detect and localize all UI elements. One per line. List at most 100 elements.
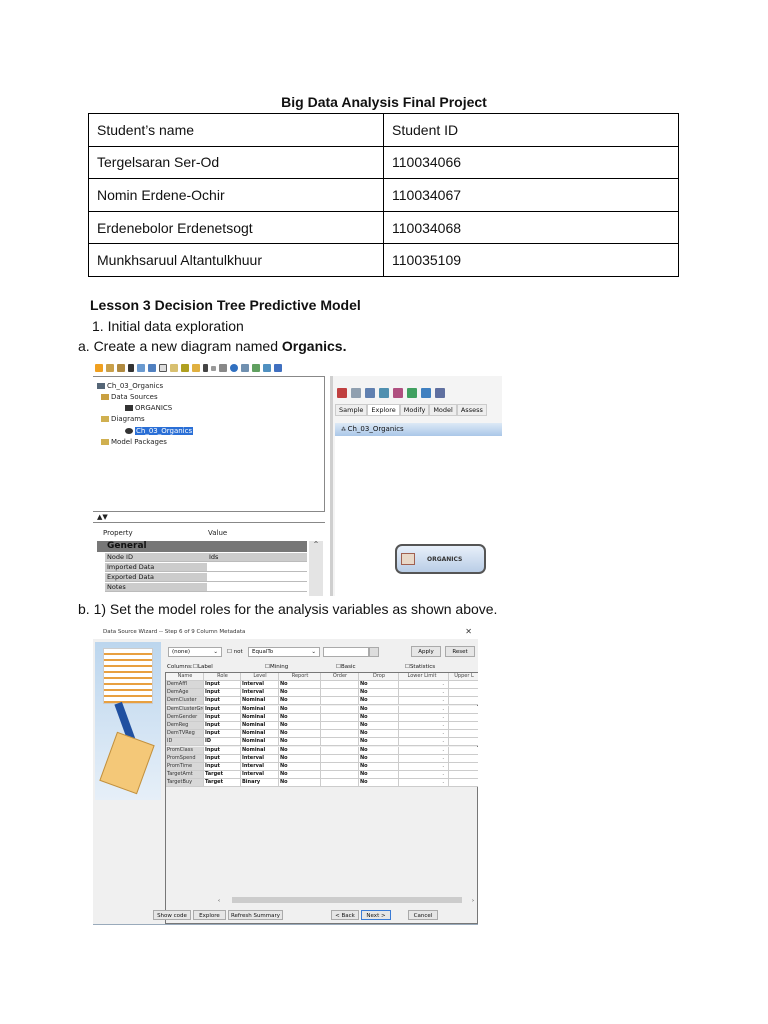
reset-button[interactable]: Reset — [445, 646, 475, 657]
order-cell[interactable] — [321, 754, 359, 763]
report-cell[interactable]: No — [279, 754, 321, 763]
stat-node-icon[interactable] — [379, 388, 389, 398]
name-cell[interactable]: DemReg — [166, 722, 204, 730]
table-row[interactable]: PromClass Input Nominal No No. — [166, 746, 478, 755]
level-cell[interactable]: Nominal — [241, 705, 279, 714]
name-cell[interactable]: DemAffl — [166, 681, 204, 689]
col-upper-limit[interactable]: Upper L — [449, 673, 478, 681]
table-row[interactable]: DemGender Input Nominal No No. — [166, 713, 478, 722]
lower-limit-cell[interactable]: . — [399, 763, 449, 771]
statistics-checkbox[interactable]: ☐Statistics — [405, 664, 435, 670]
lower-limit-cell[interactable]: . — [399, 746, 449, 755]
role-cell[interactable]: Input — [204, 713, 241, 722]
report-cell[interactable]: No — [279, 722, 321, 730]
level-cell[interactable]: Nominal — [241, 738, 279, 747]
report-cell[interactable]: No — [279, 771, 321, 780]
role-cell[interactable]: Input — [204, 763, 241, 771]
tab-assess[interactable]: Assess — [456, 404, 487, 416]
scroll-right-icon[interactable]: › — [472, 898, 474, 904]
property-row[interactable]: Node ID Ids — [105, 553, 307, 562]
col-order[interactable]: Order — [321, 673, 359, 681]
mining-checkbox[interactable]: ☐Mining — [265, 664, 288, 670]
table-row[interactable]: PromSpend Input Interval No No. — [166, 754, 478, 763]
scrollbar[interactable]: ^ — [309, 541, 323, 596]
refresh-icon[interactable] — [230, 364, 238, 372]
order-cell[interactable] — [321, 681, 359, 689]
name-cell[interactable]: DemTVReg — [166, 730, 204, 739]
table-row[interactable]: TargetBuy Target Binary No No. — [166, 779, 478, 788]
drop-cell[interactable]: No — [359, 763, 399, 771]
order-cell[interactable] — [321, 738, 359, 747]
table-icon[interactable] — [170, 364, 178, 372]
upper-limit-cell[interactable] — [449, 722, 478, 730]
drop-cell[interactable]: No — [359, 738, 399, 747]
role-cell[interactable]: Input — [204, 730, 241, 739]
results-icon[interactable] — [181, 364, 189, 372]
tree-model-packages[interactable]: Model Packages — [101, 438, 167, 446]
role-cell[interactable]: Input — [204, 754, 241, 763]
upper-limit-cell[interactable] — [449, 697, 478, 706]
report-cell[interactable]: No — [279, 730, 321, 739]
name-cell[interactable]: DemGender — [166, 713, 204, 722]
order-cell[interactable] — [321, 722, 359, 730]
upper-limit-cell[interactable] — [449, 779, 478, 788]
variable-node-icon[interactable] — [421, 388, 431, 398]
order-cell[interactable] — [321, 705, 359, 714]
graph-node-icon[interactable] — [365, 388, 375, 398]
name-cell[interactable]: ID — [166, 738, 204, 747]
operator-select[interactable]: EqualTo ⌄ — [248, 647, 320, 657]
drop-cell[interactable]: No — [359, 746, 399, 755]
property-row[interactable]: Notes — [105, 583, 307, 592]
col-name[interactable]: Name — [166, 673, 204, 681]
upper-limit-cell[interactable] — [449, 689, 478, 698]
col-drop[interactable]: Drop — [359, 673, 399, 681]
cluster-node-icon[interactable] — [393, 388, 403, 398]
table-row[interactable]: ID ID Nominal No No. — [166, 738, 478, 747]
runner-icon[interactable] — [203, 364, 208, 372]
col-level[interactable]: Level — [241, 673, 279, 681]
upper-limit-cell[interactable] — [449, 738, 478, 747]
apply-button[interactable]: Apply — [411, 646, 441, 657]
upper-limit-cell[interactable] — [449, 763, 478, 771]
tree-diagrams[interactable]: Diagrams — [101, 415, 145, 423]
tree-organics[interactable]: ORGANICS — [125, 404, 172, 412]
link-node-icon[interactable] — [435, 388, 445, 398]
drop-cell[interactable]: No — [359, 722, 399, 730]
diagram-canvas[interactable]: ORGANICS — [335, 436, 502, 596]
order-cell[interactable] — [321, 746, 359, 755]
upper-limit-cell[interactable] — [449, 705, 478, 714]
tab-modify[interactable]: Modify — [399, 404, 430, 416]
name-cell[interactable]: PromSpend — [166, 754, 204, 763]
report-cell[interactable]: No — [279, 746, 321, 755]
role-cell[interactable]: Input — [204, 689, 241, 698]
upper-limit-cell[interactable] — [449, 754, 478, 763]
drop-cell[interactable]: No — [359, 697, 399, 706]
name-cell[interactable]: DemCluster — [166, 697, 204, 706]
table-row[interactable]: TargetAmt Target Interval No No. — [166, 771, 478, 780]
refresh-summary-button[interactable]: Refresh Summary — [228, 910, 283, 920]
drop-cell[interactable]: No — [359, 754, 399, 763]
next-button[interactable]: Next > — [361, 910, 391, 920]
role-cell[interactable]: Target — [204, 779, 241, 788]
report-cell[interactable]: No — [279, 779, 321, 788]
table-row[interactable]: DemClusterGroupInputNominalNoNo. — [166, 705, 478, 714]
upper-limit-cell[interactable] — [449, 681, 478, 689]
level-cell[interactable]: Interval — [241, 681, 279, 689]
order-cell[interactable] — [321, 763, 359, 771]
lower-limit-cell[interactable]: . — [399, 697, 449, 706]
not-checkbox[interactable]: ☐ not — [227, 649, 243, 655]
name-cell[interactable]: TargetAmt — [166, 771, 204, 780]
report-cell[interactable]: No — [279, 705, 321, 714]
copy-icon[interactable] — [106, 364, 114, 372]
upper-limit-cell[interactable] — [449, 771, 478, 780]
upper-limit-cell[interactable] — [449, 713, 478, 722]
name-cell[interactable]: PromClass — [166, 746, 204, 755]
horizontal-scrollbar[interactable] — [232, 897, 462, 903]
role-cell[interactable]: Input — [204, 746, 241, 755]
lower-limit-cell[interactable]: . — [399, 722, 449, 730]
drop-cell[interactable]: No — [359, 681, 399, 689]
order-cell[interactable] — [321, 779, 359, 788]
upper-limit-cell[interactable] — [449, 730, 478, 739]
lower-limit-cell[interactable]: . — [399, 705, 449, 714]
basic-checkbox[interactable]: ☐Basic — [336, 664, 356, 670]
